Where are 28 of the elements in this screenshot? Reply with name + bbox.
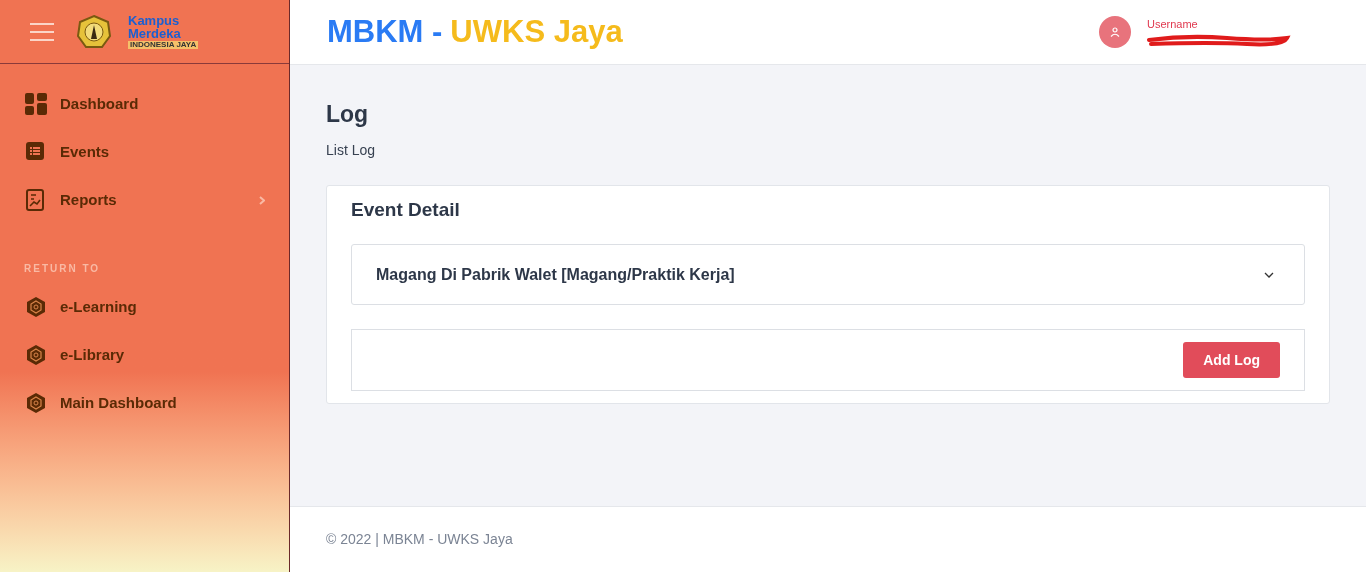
site-title: MBKM - UWKS Jaya xyxy=(327,12,623,51)
footer-text: © 2022 | MBKM - UWKS Jaya xyxy=(326,530,513,549)
menu-icon[interactable] xyxy=(30,22,54,41)
sidebar-item[interactable]: Dashboard xyxy=(0,80,289,128)
hexagon-icon xyxy=(25,296,47,318)
user-icon xyxy=(1110,27,1120,37)
report-icon xyxy=(25,189,47,211)
chevron-right-icon xyxy=(259,195,265,205)
sidebar-item[interactable]: Reports xyxy=(0,176,289,224)
add-log-button[interactable]: Add Log xyxy=(1183,342,1280,378)
logo: Kampus Merdeka INDONESIA JAYA xyxy=(128,14,199,49)
user-label: Username xyxy=(1147,16,1199,32)
page-subtitle: List Log xyxy=(326,140,377,160)
avatar[interactable] xyxy=(1099,16,1131,48)
hexagon-icon xyxy=(25,392,47,414)
sidebar-link[interactable]: e-Learning xyxy=(0,283,289,331)
crest-icon xyxy=(76,13,112,50)
hexagon-icon xyxy=(25,344,47,366)
section-title: RETURN TO xyxy=(23,262,102,276)
card-title: Event Detail xyxy=(351,197,460,222)
accordion-header[interactable]: Magang Di Pabrik Walet [Magang/Praktik Kerja] xyxy=(351,244,1305,305)
list-icon xyxy=(25,142,47,162)
grid-icon xyxy=(25,93,47,115)
page-title: Log xyxy=(326,100,370,129)
sidebar-link[interactable]: Main Dashboard xyxy=(0,379,289,427)
sidebar-item[interactable]: Events xyxy=(0,128,289,176)
chevron-down-icon xyxy=(1264,271,1274,278)
sidebar-link[interactable]: e-Library xyxy=(0,331,289,379)
